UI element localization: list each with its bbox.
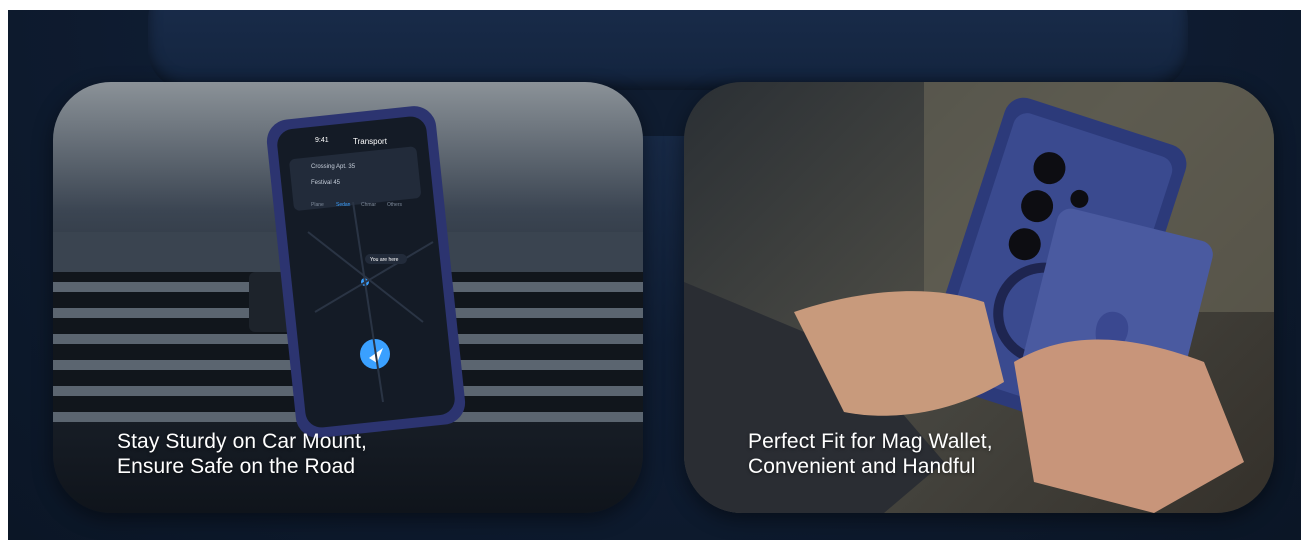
phone-mode-others: Others: [387, 202, 403, 208]
right-hand: [1014, 339, 1244, 513]
caption-line-2: Convenient and Handful: [748, 455, 976, 478]
phone-mode-sedan: Sedan: [336, 202, 351, 208]
phone-mode-chmar: Chmar: [361, 202, 376, 208]
phone-from-address: Crossing Apt. 35: [311, 164, 356, 170]
mag-wallet-panel: Perfect Fit for Mag Wallet, Convenient a…: [684, 82, 1274, 513]
mag-wallet-caption: Perfect Fit for Mag Wallet, Convenient a…: [748, 429, 993, 479]
product-feature-banner: 9:41 Transport Crossing Apt. 35 Festival…: [8, 10, 1301, 540]
caption-line-1: Perfect Fit for Mag Wallet,: [748, 430, 993, 453]
car-mount-caption: Stay Sturdy on Car Mount, Ensure Safe on…: [117, 429, 367, 479]
phone-screen-title: Transport: [353, 137, 388, 146]
phone-to-address: Festival 45: [311, 180, 341, 186]
caption-line-1: Stay Sturdy on Car Mount,: [117, 430, 367, 453]
phone-in-case: [266, 106, 466, 438]
phone-pin-label: You are here: [370, 257, 399, 263]
caption-line-2: Ensure Safe on the Road: [117, 455, 356, 478]
background-phone-case: [148, 10, 1188, 90]
phone-time: 9:41: [315, 137, 329, 144]
car-mount-panel: 9:41 Transport Crossing Apt. 35 Festival…: [53, 82, 643, 513]
phone-mode-plane: Plane: [311, 202, 324, 208]
